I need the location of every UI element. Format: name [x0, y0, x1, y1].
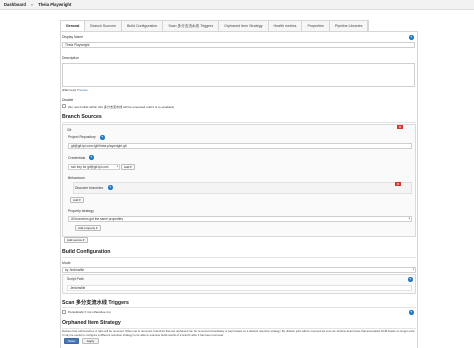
disable-checkbox[interactable] — [62, 104, 66, 108]
breadcrumb-dashboard[interactable]: Dashboard — [4, 2, 26, 7]
property-strategy-select[interactable]: All branches get the same properties ▾ — [68, 216, 412, 222]
periodically-label: Periodically if not otherwise run — [68, 310, 111, 314]
project-repository-help-icon[interactable]: ? — [100, 135, 105, 140]
build-configuration-divider — [62, 257, 416, 258]
credentials-label: Credentials — [68, 156, 86, 160]
breadcrumb-job[interactable]: Theia Playwright — [38, 2, 71, 7]
orphaned-description: Defines how old branches or tabs will be… — [62, 329, 416, 337]
add-source-button[interactable]: Add source ▾ — [64, 237, 88, 243]
credentials-help-icon[interactable]: ? — [89, 155, 94, 160]
apply-button[interactable]: Apply — [82, 338, 99, 344]
disable-checkbox-text: (No new builds within this 多分支流水线 will b… — [68, 105, 174, 109]
mode-label: Mode — [62, 261, 71, 265]
discover-branches-block — [73, 182, 412, 194]
mode-select[interactable]: by Jenkinsfile ▾ — [62, 267, 416, 273]
credentials-select[interactable]: ssh key for git@git.tpl.com ▾ — [68, 164, 120, 170]
property-strategy-value: All branches get the same properties — [71, 217, 123, 221]
periodically-checkbox[interactable] — [62, 310, 66, 314]
script-path-help-icon[interactable]: ? — [408, 277, 413, 282]
tab-general[interactable]: General — [61, 21, 86, 31]
scan-triggers-divider — [62, 307, 416, 308]
chevron-down-icon: ▾ — [116, 165, 118, 168]
script-path-label: Script Path — [67, 277, 84, 281]
display-name-help-icon[interactable]: ? — [409, 35, 414, 40]
tab-pipeline-libraries[interactable]: Pipeline Libraries — [330, 21, 369, 31]
delete-source-button[interactable]: ✕ — [397, 125, 403, 129]
script-path-input[interactable]: Jenkinsfile — [67, 285, 412, 291]
branch-sources-divider — [62, 122, 416, 123]
project-repository-input[interactable]: git@git.tpl.com:/git/theia-playwright.gi… — [68, 143, 412, 149]
chevron-down-icon: ▾ — [412, 268, 414, 271]
plain-text-label: [Plain text] — [62, 88, 77, 92]
save-button[interactable]: Save — [64, 338, 79, 344]
tab-health-metrics[interactable]: Health metrics — [269, 21, 303, 31]
config-panel: Display Name ? Theia Playwright Descript… — [60, 31, 418, 348]
display-name-input[interactable]: Theia Playwright — [62, 42, 415, 48]
credentials-add-button[interactable]: Add ▾ — [121, 164, 135, 170]
description-textarea[interactable] — [62, 63, 415, 87]
git-label: Git — [67, 128, 72, 132]
credentials-value: ssh key for git@git.tpl.com — [71, 165, 109, 169]
display-name-label: Display Name — [62, 35, 84, 39]
add-property-button[interactable]: Add property ▾ — [75, 225, 101, 231]
tab-orphaned-item-strategy[interactable]: Orphaned Item Strategy — [219, 21, 269, 31]
add-behaviour-button[interactable]: Add ▾ — [70, 197, 84, 203]
breadcrumb-bar: Dashboard » Theia Playwright — [0, 0, 474, 10]
property-strategy-label: Property strategy — [68, 209, 94, 213]
disable-label: Disable — [62, 98, 74, 102]
config-tabs: General Branch Sources Build Configurati… — [60, 20, 370, 31]
tab-scan-triggers[interactable]: Scan 多分支流水线 Triggers — [163, 21, 220, 31]
tab-build-configuration[interactable]: Build Configuration — [122, 21, 164, 31]
chevron-down-icon: ▾ — [408, 217, 410, 220]
tab-properties[interactable]: Properties — [302, 21, 330, 31]
plain-text-row: [Plain text] Preview — [62, 88, 88, 92]
discover-branches-help-icon[interactable]: ? — [108, 185, 113, 190]
behaviours-label: Behaviours — [68, 176, 85, 180]
build-configuration-heading: Build Configuration — [62, 249, 111, 255]
scan-triggers-heading: Scan 多分支流水线 Triggers — [62, 300, 129, 306]
project-repository-label: Project Repository — [68, 135, 96, 139]
tab-branch-sources[interactable]: Branch Sources — [85, 21, 122, 31]
preview-link[interactable]: Preview — [77, 88, 88, 92]
breadcrumb-separator: » — [30, 2, 34, 7]
discover-branches-label: Discover branches — [75, 186, 104, 190]
script-path-block — [62, 274, 416, 294]
mode-value: by Jenkinsfile — [65, 268, 85, 272]
delete-behaviour-button[interactable]: ✕ — [395, 182, 401, 186]
branch-sources-heading: Branch Sources — [62, 114, 102, 120]
description-label: Description — [62, 56, 79, 60]
orphaned-heading: Orphaned Item Strategy — [62, 320, 121, 326]
periodically-help-icon[interactable]: ? — [409, 310, 414, 315]
